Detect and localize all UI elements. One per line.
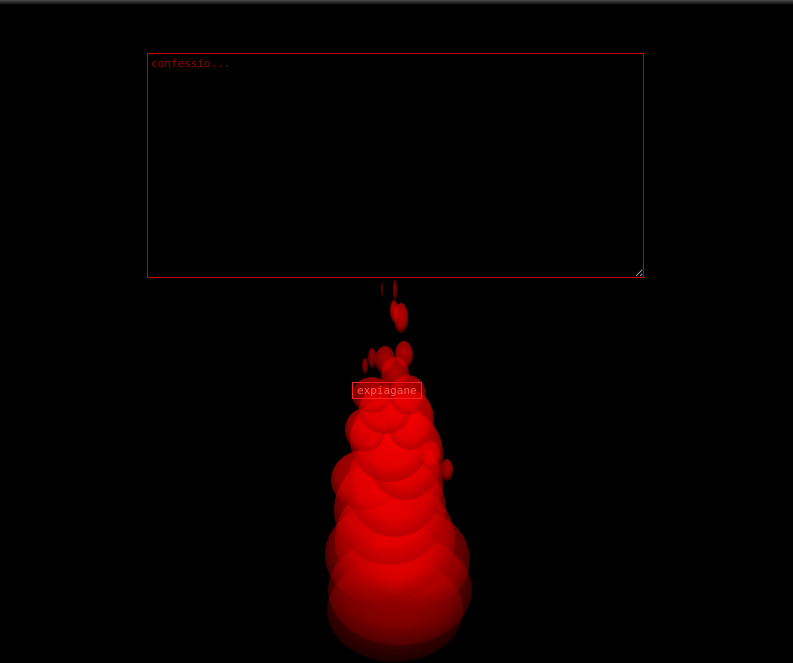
flame-particle xyxy=(325,505,435,605)
flame-particle xyxy=(370,512,470,608)
flame-particle xyxy=(375,346,395,374)
flame-particle xyxy=(347,433,443,537)
window-top-edge xyxy=(0,0,793,5)
flame-particle xyxy=(393,280,397,300)
flame-particle xyxy=(350,398,430,482)
flame-particles xyxy=(325,280,472,662)
flame-particle xyxy=(331,450,399,510)
flame-particle xyxy=(386,390,434,450)
flame-particle xyxy=(420,441,440,469)
flame-particle xyxy=(381,282,383,298)
flame-particle xyxy=(335,482,455,598)
flame-particle xyxy=(390,300,398,322)
flame-particle xyxy=(395,341,413,369)
flame-particle xyxy=(327,558,463,662)
flame-particle xyxy=(334,455,446,565)
flame-particle xyxy=(441,459,453,481)
flame-particle xyxy=(367,410,443,500)
flame-particle xyxy=(328,535,472,645)
confession-textarea[interactable] xyxy=(147,53,644,278)
flame-particle xyxy=(368,348,376,368)
flame-particle xyxy=(362,358,368,374)
flame-particle xyxy=(345,408,385,452)
expiate-button[interactable]: expiagane xyxy=(352,382,422,399)
flame-particle xyxy=(394,303,408,333)
